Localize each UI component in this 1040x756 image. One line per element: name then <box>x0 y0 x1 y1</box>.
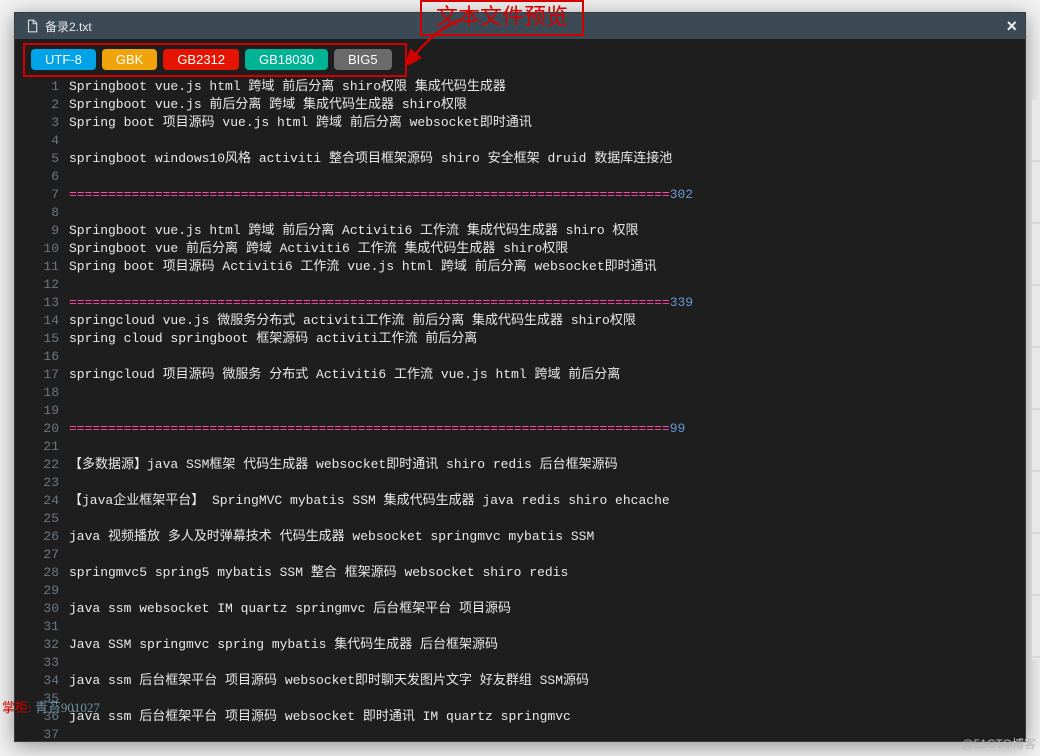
code-line <box>69 618 1017 636</box>
code-line: Springboot vue.js html 跨域 前后分离 shiro权限 集… <box>69 78 1017 96</box>
code-line: Springboot vue 前后分离 跨域 Activiti6 工作流 集成代… <box>69 240 1017 258</box>
code-line: java ssm websocket IM quartz springmvc 后… <box>69 600 1017 618</box>
gutter-line: 5 <box>15 150 59 168</box>
code-line: ========================================… <box>69 186 1017 204</box>
code-line: ========================================… <box>69 294 1017 312</box>
encoding-button-gb2312[interactable]: GB2312 <box>163 49 239 70</box>
gutter-line: 33 <box>15 654 59 672</box>
code-line <box>69 132 1017 150</box>
gutter-line: 34 <box>15 672 59 690</box>
gutter-line: 28 <box>15 564 59 582</box>
code-line: java ssm 后台框架平台 项目源码 websocket 即时通讯 IM q… <box>69 708 1017 726</box>
close-button[interactable]: × <box>1006 15 1017 37</box>
gutter-line: 30 <box>15 600 59 618</box>
code-line <box>69 438 1017 456</box>
gutter-line: 19 <box>15 402 59 420</box>
code-line: Java SSM springmvc spring mybatis 集代码生成器… <box>69 636 1017 654</box>
gutter-line: 22 <box>15 456 59 474</box>
code-line: java ssm 后台框架平台 项目源码 websocket即时聊天发图片文字 … <box>69 672 1017 690</box>
code-line <box>69 204 1017 222</box>
file-title: 备录2.txt <box>45 18 92 35</box>
encoding-button-utf-8[interactable]: UTF-8 <box>31 49 96 70</box>
gutter-line: 32 <box>15 636 59 654</box>
code-line: springboot windows10风格 activiti 整合项目框架源码… <box>69 150 1017 168</box>
gutter-line: 14 <box>15 312 59 330</box>
code-line: Springboot vue.js 前后分离 跨域 集成代码生成器 shiro权… <box>69 96 1017 114</box>
editor-area: 1234567891011121314151617181920212223242… <box>15 78 1025 741</box>
code-line: springcloud vue.js 微服务分布式 activiti工作流 前后… <box>69 312 1017 330</box>
gutter-line: 13 <box>15 294 59 312</box>
encoding-button-gb18030[interactable]: GB18030 <box>245 49 328 70</box>
code-line: Spring boot 项目源码 Activiti6 工作流 vue.js ht… <box>69 258 1017 276</box>
watermark-text: @51CTO博客 <box>961 735 1036 752</box>
gutter-line: 17 <box>15 366 59 384</box>
gutter-line: 31 <box>15 618 59 636</box>
gutter-line: 2 <box>15 96 59 114</box>
gutter-line: 3 <box>15 114 59 132</box>
code-line: spring cloud springboot 框架源码 activiti工作流… <box>69 330 1017 348</box>
code-line: springmvc5 spring5 mybatis SSM 整合 框架源码 w… <box>69 564 1017 582</box>
gutter-line: 18 <box>15 384 59 402</box>
gutter-line: 7 <box>15 186 59 204</box>
right-side-strip <box>1032 100 1040 660</box>
code-line <box>69 546 1017 564</box>
code-line: springcloud 项目源码 微服务 分布式 Activiti6 工作流 v… <box>69 366 1017 384</box>
gutter-line: 21 <box>15 438 59 456</box>
code-line: 【java企业框架平台】 SpringMVC mybatis SSM 集成代码生… <box>69 492 1017 510</box>
code-line <box>69 474 1017 492</box>
gutter-line: 23 <box>15 474 59 492</box>
gutter-line: 8 <box>15 204 59 222</box>
encoding-button-big5[interactable]: BIG5 <box>334 49 392 70</box>
code-line <box>69 726 1017 741</box>
gutter-line: 15 <box>15 330 59 348</box>
gutter-line: 29 <box>15 582 59 600</box>
file-icon <box>25 19 39 33</box>
gutter-line: 20 <box>15 420 59 438</box>
code-line <box>69 348 1017 366</box>
gutter-line: 24 <box>15 492 59 510</box>
code-line <box>69 276 1017 294</box>
gutter-line: 25 <box>15 510 59 528</box>
code-line <box>69 384 1017 402</box>
gutter-line: 26 <box>15 528 59 546</box>
code-line <box>69 690 1017 708</box>
code-line <box>69 402 1017 420</box>
gutter-line: 9 <box>15 222 59 240</box>
gutter-line: 11 <box>15 258 59 276</box>
shopkeeper-label: 掌柜: <box>2 700 32 715</box>
shopkeeper-value: 青苔901027 <box>35 700 100 715</box>
code-line <box>69 654 1017 672</box>
gutter-line: 37 <box>15 726 59 741</box>
code-content[interactable]: Springboot vue.js html 跨域 前后分离 shiro权限 集… <box>69 78 1025 741</box>
code-line: Springboot vue.js html 跨域 前后分离 Activiti6… <box>69 222 1017 240</box>
gutter-line: 16 <box>15 348 59 366</box>
code-line <box>69 582 1017 600</box>
annotation-title-box: 文本文件预览 <box>420 0 584 36</box>
shopkeeper-annotation: 掌柜: 青苔901027 <box>2 697 100 716</box>
gutter-line: 12 <box>15 276 59 294</box>
gutter-line: 10 <box>15 240 59 258</box>
code-line: java 视频播放 多人及时弹幕技术 代码生成器 websocket sprin… <box>69 528 1017 546</box>
gutter-line: 1 <box>15 78 59 96</box>
encoding-toolbar: UTF-8 GBK GB2312 GB18030 BIG5 <box>15 39 1025 78</box>
encoding-button-gbk[interactable]: GBK <box>102 49 157 70</box>
code-line: Spring boot 项目源码 vue.js html 跨域 前后分离 web… <box>69 114 1017 132</box>
gutter-line: 6 <box>15 168 59 186</box>
code-line <box>69 168 1017 186</box>
code-line: ========================================… <box>69 420 1017 438</box>
line-gutter: 1234567891011121314151617181920212223242… <box>15 78 69 741</box>
preview-modal: 备录2.txt × UTF-8GBKGB2312GB18030BIG5 1234… <box>14 12 1026 742</box>
gutter-line: 27 <box>15 546 59 564</box>
code-line <box>69 510 1017 528</box>
gutter-line: 4 <box>15 132 59 150</box>
code-line: 【多数据源】java SSM框架 代码生成器 websocket即时通讯 shi… <box>69 456 1017 474</box>
